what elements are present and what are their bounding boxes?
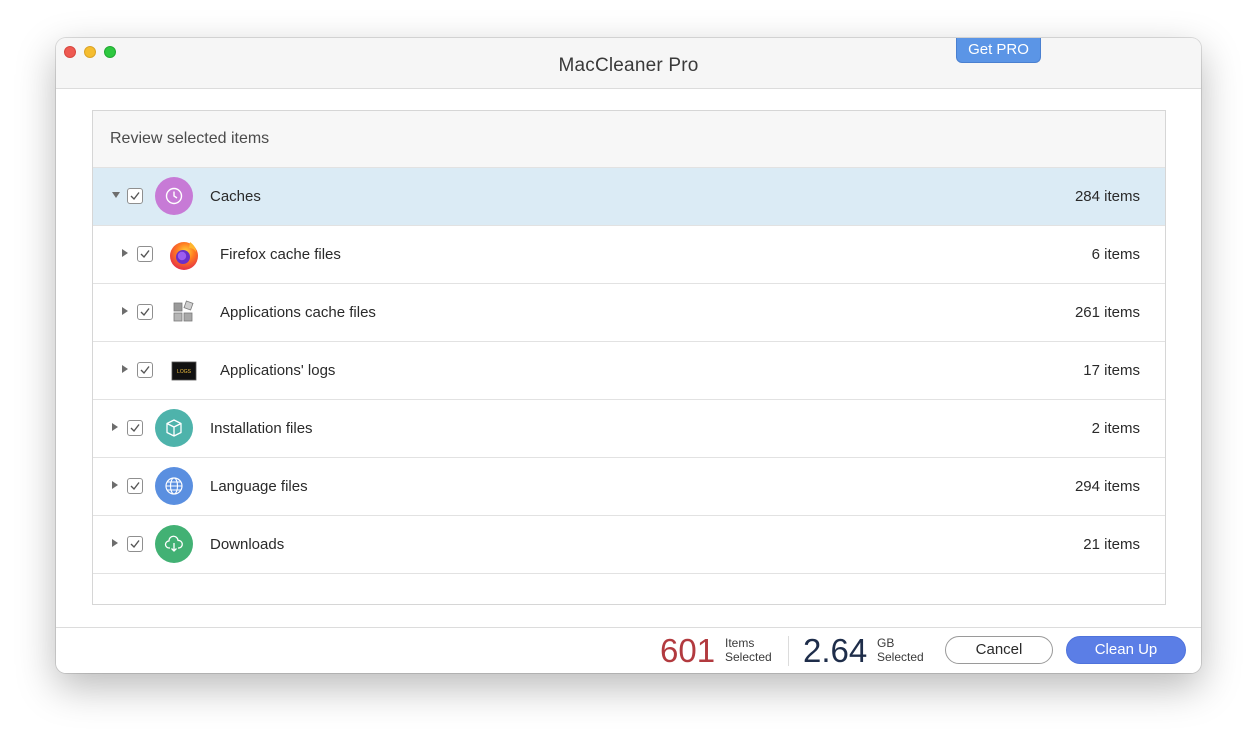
checkbox[interactable] — [137, 304, 153, 320]
checkmark-icon — [130, 482, 140, 491]
category-row-language-files[interactable]: Language files 294 items — [93, 458, 1165, 516]
clock-icon — [155, 177, 193, 215]
items-label-line1: Items — [725, 636, 755, 650]
get-pro-button[interactable]: Get PRO — [956, 38, 1041, 63]
disclosure-triangle[interactable] — [122, 249, 128, 257]
row-label: Applications cache files — [220, 304, 376, 321]
category-row-caches[interactable]: Caches 284 items — [93, 168, 1165, 226]
size-label-line2: Selected — [877, 650, 924, 664]
app-blocks-icon — [168, 297, 200, 329]
footer-bar: 601 Items Selected 2.64 GB Selected Canc… — [56, 627, 1201, 673]
checkmark-icon — [140, 250, 150, 259]
title-bar: MacCleaner Pro Get PRO — [56, 38, 1201, 89]
row-label: Caches — [210, 188, 261, 205]
checkbox[interactable] — [127, 420, 143, 436]
disclosure-triangle[interactable] — [112, 192, 120, 198]
size-selected-label: GB Selected — [877, 636, 924, 664]
disclosure-triangle[interactable] — [112, 481, 118, 489]
disclosure-triangle[interactable] — [122, 365, 128, 373]
size-label-line1: GB — [877, 636, 895, 650]
disclosure-triangle[interactable] — [112, 539, 118, 547]
checkbox[interactable] — [137, 362, 153, 378]
checkmark-icon — [140, 308, 150, 317]
disclosure-triangle[interactable] — [112, 423, 118, 431]
row-count: 284 items — [1074, 188, 1140, 205]
row-count: 17 items — [1083, 362, 1140, 379]
items-selected-label: Items Selected — [725, 636, 772, 664]
size-selected-value: 2.64 — [803, 632, 868, 669]
cancel-button[interactable]: Cancel — [945, 636, 1053, 664]
row-label: Downloads — [210, 536, 285, 553]
checkmark-icon — [130, 192, 140, 201]
footer-divider — [788, 636, 789, 666]
items-selected-count: 601 — [660, 632, 716, 669]
checkmark-icon — [130, 424, 140, 433]
checkbox[interactable] — [127, 188, 143, 204]
svg-text:LOGS: LOGS — [177, 369, 192, 375]
globe-icon — [155, 467, 193, 505]
category-row-installation-files[interactable]: Installation files 2 items — [93, 400, 1165, 458]
row-label: Applications' logs — [220, 362, 336, 379]
items-label-line2: Selected — [725, 650, 772, 664]
logs-icon: LOGS — [168, 355, 200, 387]
checkbox[interactable] — [127, 536, 143, 552]
category-row-downloads[interactable]: Downloads 21 items — [93, 516, 1165, 574]
package-icon — [155, 409, 193, 447]
row-label: Language files — [210, 478, 308, 495]
row-label: Firefox cache files — [220, 246, 341, 263]
checkmark-icon — [130, 540, 140, 549]
row-count: 6 items — [1091, 246, 1140, 263]
clean-up-button[interactable]: Clean Up — [1066, 636, 1186, 664]
row-count: 261 items — [1074, 304, 1140, 321]
checkmark-icon — [140, 366, 150, 375]
row-count: 21 items — [1083, 536, 1140, 553]
row-label: Installation files — [210, 420, 313, 437]
app-window: MacCleaner Pro Get PRO Review selected i… — [56, 38, 1201, 673]
row-count: 294 items — [1074, 478, 1140, 495]
review-panel: Review selected items Caches 284 items F… — [92, 110, 1166, 605]
checkbox[interactable] — [137, 246, 153, 262]
checkbox[interactable] — [127, 478, 143, 494]
subcategory-row-applications-cache[interactable]: Applications cache files 261 items — [93, 284, 1165, 342]
disclosure-triangle[interactable] — [122, 307, 128, 315]
row-count: 2 items — [1091, 420, 1140, 437]
cloud-download-icon — [155, 525, 193, 563]
panel-header: Review selected items — [93, 111, 1165, 168]
subcategory-row-firefox[interactable]: Firefox cache files 6 items — [93, 226, 1165, 284]
subcategory-row-applications-logs[interactable]: LOGS Applications' logs 17 items — [93, 342, 1165, 400]
firefox-icon — [168, 239, 200, 271]
